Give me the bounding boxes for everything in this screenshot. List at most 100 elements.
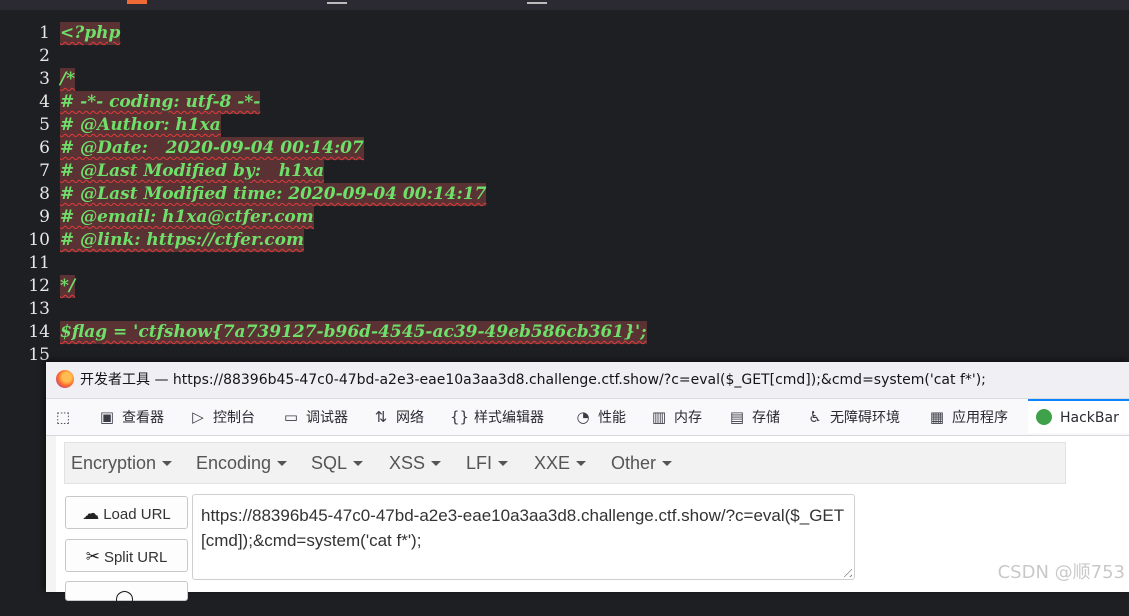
line-number: 7 bbox=[39, 161, 50, 181]
code-text: # @Date: 2020-09-04 00:14:07 bbox=[60, 137, 364, 160]
devtools-toolbar: ⬚ ▣ 查看器 ▷ 控制台 ▭ 调试器 ⇅ 网络 {} 样式编辑器 ◔ 性能 ▥ 内存 ▤ 存储… bbox=[46, 399, 1129, 436]
tab-label: 网络 bbox=[396, 410, 424, 426]
tab-label: 调试器 bbox=[306, 410, 348, 426]
watermark: CSDN @顺753 bbox=[997, 562, 1125, 583]
tab-performance[interactable]: ◔ 性能 bbox=[574, 399, 626, 435]
resize-grip-icon[interactable] bbox=[840, 565, 852, 577]
line-number: 10 bbox=[28, 230, 50, 250]
code-line: 4 # -*- coding: utf-8 -*- bbox=[0, 91, 1129, 114]
code-line: 8 # @Last Modified time: 2020-09-04 00:1… bbox=[0, 183, 1129, 206]
menu-sql[interactable]: SQL bbox=[311, 443, 364, 483]
tab-label: 应用程序 bbox=[952, 410, 1008, 426]
menu-encoding[interactable]: Encoding bbox=[196, 443, 288, 483]
code-text: /* bbox=[60, 68, 76, 91]
console-icon: ▷ bbox=[192, 408, 204, 426]
tab-label: 存储 bbox=[752, 410, 780, 426]
menu-lfi[interactable]: LFI bbox=[466, 443, 509, 483]
tab-label: 性能 bbox=[598, 410, 626, 426]
line-number: 12 bbox=[28, 276, 50, 296]
line-number: 14 bbox=[28, 322, 50, 342]
inspector-icon: ▣ bbox=[99, 408, 115, 426]
code-text: # @Author: h1xa bbox=[60, 114, 221, 137]
line-number: 5 bbox=[39, 115, 50, 135]
split-url-button[interactable]: ✂ Split URL bbox=[65, 539, 188, 572]
scissors-icon: ✂ bbox=[85, 547, 100, 566]
code-line: 5 # @Author: h1xa bbox=[0, 114, 1129, 137]
line-number: 8 bbox=[39, 184, 50, 204]
code-line: 3 /* bbox=[0, 68, 1129, 91]
code-line: 13 bbox=[0, 298, 1129, 321]
menu-xxe[interactable]: XXE bbox=[534, 443, 587, 483]
tab-memory[interactable]: ▥ 内存 bbox=[650, 399, 702, 435]
code-line: 9 # @email: h1xa@ctfer.com bbox=[0, 206, 1129, 229]
accessibility-icon: ♿ bbox=[808, 408, 822, 426]
line-number: 15 bbox=[28, 345, 50, 365]
tab-console[interactable]: ▷ 控制台 bbox=[189, 399, 255, 435]
menu-other[interactable]: Other bbox=[611, 443, 673, 483]
style-editor-icon: {} bbox=[450, 408, 470, 426]
caret-down-icon bbox=[353, 461, 364, 466]
url-textarea[interactable]: https://88396b45-47c0-47bd-a2e3-eae10a3a… bbox=[192, 494, 855, 580]
caret-down-icon bbox=[431, 461, 442, 466]
tab-label: 无障碍环境 bbox=[830, 410, 900, 426]
tab-hackbar[interactable]: HackBar bbox=[1028, 399, 1129, 433]
tab-underline bbox=[527, 2, 547, 4]
tab-style-editor[interactable]: {} 样式编辑器 bbox=[450, 399, 544, 435]
code-text: # @link: https://ctfer.com bbox=[60, 229, 304, 252]
code-line: 7 # @Last Modified by: h1xa bbox=[0, 160, 1129, 183]
line-number: 2 bbox=[39, 46, 50, 66]
debugger-icon: ▭ bbox=[283, 408, 299, 426]
caret-down-icon bbox=[277, 461, 288, 466]
devtools-title: 开发者工具 — https://88396b45-47c0-47bd-a2e3-… bbox=[80, 372, 986, 388]
devtools-titlebar[interactable]: 开发者工具 — https://88396b45-47c0-47bd-a2e3-… bbox=[46, 362, 1129, 399]
pick-element-button[interactable]: ⬚ bbox=[54, 399, 78, 435]
line-number: 1 bbox=[39, 23, 50, 43]
caret-down-icon bbox=[162, 461, 173, 466]
line-number: 6 bbox=[39, 138, 50, 158]
tab-network[interactable]: ⇅ 网络 bbox=[372, 399, 424, 435]
code-text: # @Last Modified by: h1xa bbox=[60, 160, 325, 183]
code-line: 2 bbox=[0, 45, 1129, 68]
network-icon: ⇅ bbox=[374, 408, 388, 426]
tab-application[interactable]: ▦ 应用程序 bbox=[928, 399, 1008, 435]
tab-label: 控制台 bbox=[213, 410, 255, 426]
tab-label: HackBar bbox=[1060, 410, 1119, 426]
tab-label: 查看器 bbox=[122, 410, 164, 426]
code-line: 6 # @Date: 2020-09-04 00:14:07 bbox=[0, 137, 1129, 160]
code-text: # @email: h1xa@ctfer.com bbox=[60, 206, 314, 229]
code-line: 14 $flag = 'ctfshow{7a739127-b96d-4545-a… bbox=[0, 321, 1129, 344]
line-number: 9 bbox=[39, 207, 50, 227]
load-url-button[interactable]: ☁ Load URL bbox=[65, 496, 188, 529]
application-icon: ▦ bbox=[929, 408, 945, 426]
storage-icon: ▤ bbox=[729, 408, 745, 426]
code-line: 11 bbox=[0, 252, 1129, 275]
tab-inspector[interactable]: ▣ 查看器 bbox=[98, 399, 164, 435]
code-line: 1 <?php bbox=[0, 22, 1129, 45]
code-text: */ bbox=[60, 275, 76, 298]
devtools-window: 开发者工具 — https://88396b45-47c0-47bd-a2e3-… bbox=[46, 362, 1129, 608]
execute-button[interactable]: ◯ bbox=[65, 581, 188, 608]
tab-accessibility[interactable]: ♿ 无障碍环境 bbox=[806, 399, 900, 435]
tab-favicon-icon bbox=[127, 0, 147, 4]
menu-xss[interactable]: XSS bbox=[389, 443, 442, 483]
code-line: 10 # @link: https://ctfer.com bbox=[0, 229, 1129, 252]
pick-icon: ⬚ bbox=[55, 408, 71, 426]
tab-debugger[interactable]: ▭ 调试器 bbox=[282, 399, 348, 435]
hackbar-menu: Encryption Encoding SQL XSS LFI XXE Othe… bbox=[64, 442, 1066, 484]
tab-label: 内存 bbox=[674, 410, 702, 426]
caret-down-icon bbox=[576, 461, 587, 466]
line-number: 11 bbox=[28, 253, 50, 273]
line-number: 3 bbox=[39, 69, 50, 89]
menu-encryption[interactable]: Encryption bbox=[71, 443, 173, 483]
line-number: 4 bbox=[39, 92, 50, 112]
code-viewer: 1 <?php 2 3 /* 4 # -*- coding: utf-8 -*-… bbox=[0, 10, 1129, 365]
hackbar-panel: Encryption Encoding SQL XSS LFI XXE Othe… bbox=[56, 436, 1129, 608]
hackbar-icon bbox=[1036, 409, 1052, 425]
code-text: # @Last Modified time: 2020-09-04 00:14:… bbox=[60, 183, 487, 206]
tab-storage[interactable]: ▤ 存储 bbox=[728, 399, 780, 435]
flag-line: $flag = 'ctfshow{7a739127-b96d-4545-ac39… bbox=[60, 321, 647, 344]
caret-down-icon bbox=[662, 461, 673, 466]
tab-label: 样式编辑器 bbox=[474, 410, 544, 426]
performance-icon: ◔ bbox=[576, 408, 590, 426]
firefox-logo-icon bbox=[56, 370, 74, 388]
